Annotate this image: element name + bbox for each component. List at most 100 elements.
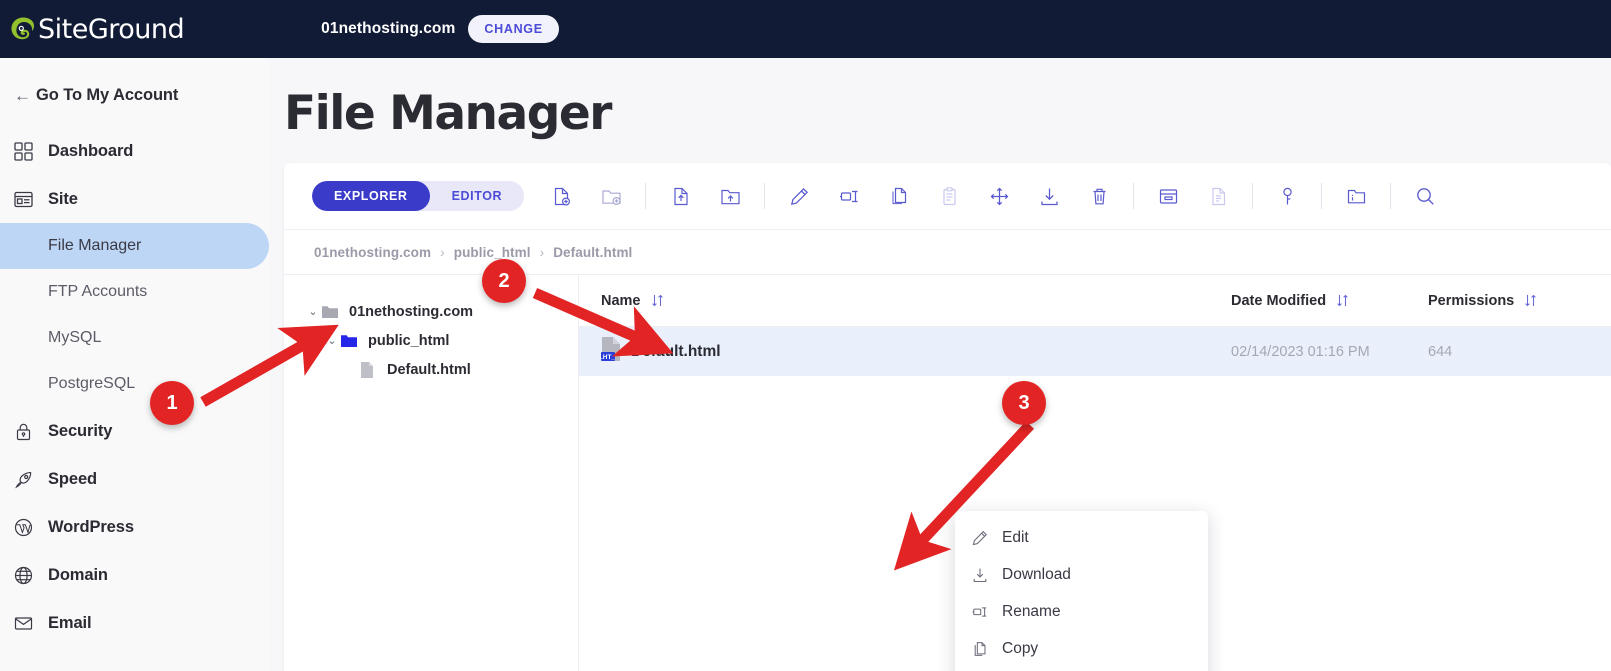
context-menu-item-download[interactable]: Download [955, 556, 1208, 593]
column-header-permissions[interactable]: Permissions [1428, 293, 1568, 309]
archive-icon[interactable] [1151, 179, 1185, 213]
tab-explorer[interactable]: EXPLORER [312, 181, 430, 211]
toolbar-divider [1133, 183, 1135, 209]
search-icon[interactable] [1408, 179, 1442, 213]
envelope-icon [14, 612, 40, 634]
upload-folder-icon[interactable] [713, 179, 747, 213]
siteground-logo[interactable]: SiteGround [10, 13, 185, 45]
folder-icon-blue [341, 334, 363, 348]
download-icon[interactable] [1032, 179, 1066, 213]
sort-updown-icon[interactable] [1523, 293, 1538, 308]
file-list-header: Name Date Modified Permissions [579, 275, 1611, 327]
rocket-icon [14, 468, 40, 490]
rename-icon[interactable] [832, 179, 866, 213]
sidebar-item-dashboard[interactable]: Dashboard [0, 127, 269, 175]
download-icon [972, 567, 1000, 583]
sidebar-item-security[interactable]: Security [0, 407, 269, 455]
copy-icon [972, 641, 1000, 657]
sidebar-item-ftp-accounts[interactable]: FTP Accounts [0, 269, 269, 315]
paste-clipboard-icon [932, 179, 966, 213]
annotation-badge-1: 1 [150, 381, 194, 425]
new-folder-icon[interactable] [594, 179, 628, 213]
context-menu-item-copy[interactable]: Copy [955, 630, 1208, 667]
sidebar-item-domain[interactable]: Domain [0, 551, 269, 599]
change-domain-button[interactable]: CHANGE [468, 15, 559, 43]
arrow-left-icon: ← [14, 86, 31, 105]
breadcrumb-separator: › [539, 244, 545, 260]
sidebar-item-label: Security [48, 421, 113, 440]
context-menu: Edit Download Rename Copy [955, 511, 1208, 671]
sidebar-item-site[interactable]: Site [0, 175, 269, 223]
file-date-modified: 02/14/2023 01:16 PM [1231, 343, 1370, 360]
chevron-down-icon[interactable]: ⌄ [323, 334, 341, 347]
sort-updown-icon[interactable] [650, 293, 665, 308]
context-menu-item-rename[interactable]: Rename [955, 593, 1208, 630]
page-title: File Manager [284, 86, 612, 141]
context-menu-item-edit[interactable]: Edit [955, 519, 1208, 556]
tab-editor[interactable]: EDITOR [429, 181, 525, 211]
sidebar-item-label: FTP Accounts [48, 283, 148, 300]
context-menu-item-move[interactable]: Move [955, 667, 1208, 671]
annotation-badge-3: 3 [1002, 381, 1046, 425]
toolbar-divider [645, 183, 647, 209]
tree-node-label: Default.html [387, 361, 471, 378]
breadcrumb-item-0[interactable]: 01nethosting.com [314, 245, 431, 260]
file-icon-gray [360, 361, 382, 378]
folder-info-icon[interactable] [1339, 179, 1373, 213]
go-to-my-account-link[interactable]: ← Go To My Account [0, 80, 269, 111]
chevron-down-icon[interactable]: ⌄ [304, 305, 322, 318]
table-row[interactable]: .HT_ Default.html 02/14/2023 01:16 PM 64… [579, 327, 1611, 376]
tree-node-default-html[interactable]: Default.html [284, 355, 578, 384]
column-header-label: Permissions [1428, 292, 1515, 309]
file-name-label: Default.html [631, 342, 721, 360]
sidebar-item-wordpress[interactable]: WordPress [0, 503, 269, 551]
view-mode-toggle: EXPLORER EDITOR [312, 181, 525, 211]
tree-node-label: public_html [368, 332, 450, 349]
column-header-label: Date Modified [1231, 292, 1327, 309]
file-permissions: 644 [1428, 343, 1453, 360]
sidebar-item-file-manager[interactable]: File Manager [0, 223, 269, 269]
sidebar-item-label: Domain [48, 565, 108, 584]
new-file-icon[interactable] [544, 179, 578, 213]
explorer-body: ⌄ 01nethosting.com ⌄ public_html Default… [284, 274, 1611, 671]
sidebar-item-postgresql[interactable]: PostgreSQL [0, 361, 269, 407]
column-header-date-modified[interactable]: Date Modified [1231, 293, 1428, 309]
rename-icon [972, 604, 1000, 620]
file-manager-card: EXPLORER EDITOR 01nethosting.com › publi… [284, 163, 1611, 671]
sidebar-item-mysql[interactable]: MySQL [0, 315, 269, 361]
sidebar-item-label: Site [48, 189, 78, 208]
move-icon[interactable] [982, 179, 1016, 213]
copy-icon[interactable] [882, 179, 916, 213]
context-menu-item-label: Download [1002, 565, 1071, 583]
toolbar-divider [764, 183, 766, 209]
sort-updown-icon[interactable] [1335, 293, 1350, 308]
top-bar: SiteGround 01nethosting.com CHANGE [0, 0, 1611, 58]
toolbar-divider [1321, 183, 1323, 209]
tree-node-root[interactable]: ⌄ 01nethosting.com [284, 297, 578, 326]
toolbar-divider [1252, 183, 1254, 209]
sidebar-item-speed[interactable]: Speed [0, 455, 269, 503]
grid-dashboard-icon [14, 140, 40, 162]
domain-block: 01nethosting.com CHANGE [321, 15, 559, 43]
breadcrumb-item-1[interactable]: public_html [454, 245, 531, 260]
siteground-logo-text: SiteGround [38, 13, 185, 45]
folder-tree: ⌄ 01nethosting.com ⌄ public_html Default… [284, 274, 579, 671]
tree-node-public-html[interactable]: ⌄ public_html [284, 326, 578, 355]
sidebar-item-label: File Manager [48, 237, 142, 254]
extract-icon [1201, 179, 1235, 213]
sidebar-item-label: MySQL [48, 329, 102, 346]
pencil-icon [972, 530, 1000, 546]
change-permissions-key-icon[interactable] [1270, 179, 1304, 213]
breadcrumb-item-2[interactable]: Default.html [553, 245, 632, 260]
wordpress-icon [14, 516, 40, 538]
main-content: File Manager EXPLORER EDITOR 01nethostin… [269, 58, 1611, 671]
column-header-label: Name [601, 292, 641, 309]
edit-pencil-icon[interactable] [782, 179, 816, 213]
upload-file-icon[interactable] [663, 179, 697, 213]
column-header-name[interactable]: Name [601, 293, 1231, 309]
delete-trash-icon[interactable] [1082, 179, 1116, 213]
sidebar-item-label: PostgreSQL [48, 375, 136, 392]
context-menu-item-label: Edit [1002, 528, 1029, 546]
sidebar-item-email[interactable]: Email [0, 599, 269, 647]
browser-window-icon [14, 188, 40, 210]
